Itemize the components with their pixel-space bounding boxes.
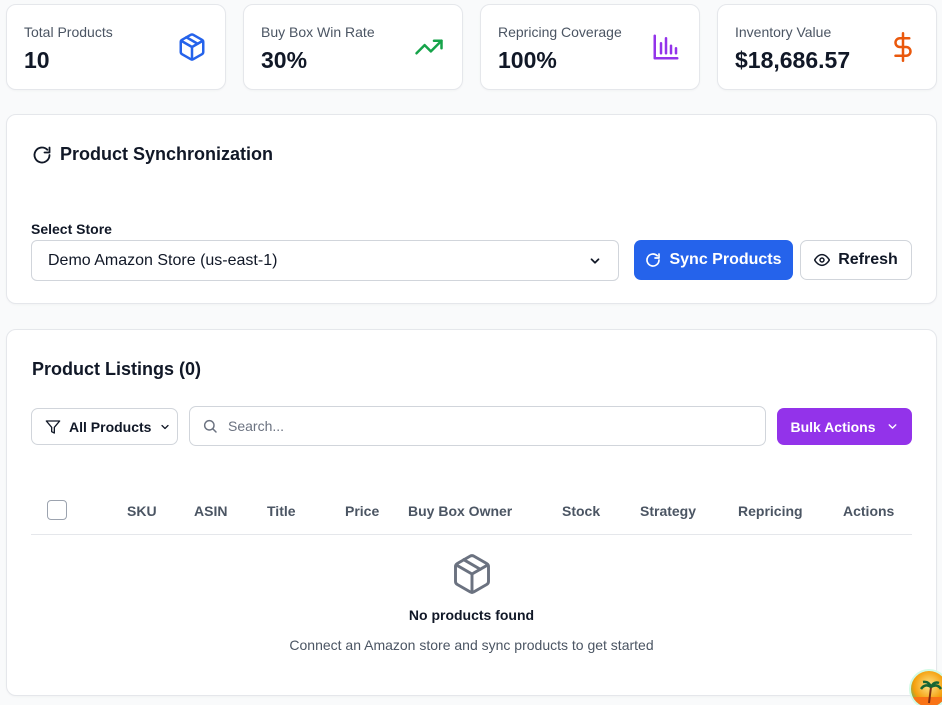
store-select[interactable]: Demo Amazon Store (us-east-1)	[31, 240, 619, 281]
filter-label: All Products	[69, 418, 152, 435]
sync-products-label: Sync Products	[669, 251, 782, 268]
cube-icon	[453, 554, 490, 594]
search-icon	[203, 419, 217, 433]
column-buy-box-owner[interactable]: Buy Box Owner	[408, 503, 512, 519]
table-header: SKU ASIN Title Price Buy Box Owner Stock…	[31, 490, 912, 535]
sync-title-text: Product Synchronization	[60, 144, 274, 164]
column-asin[interactable]: ASIN	[194, 503, 227, 519]
palm-tree-icon	[911, 680, 942, 705]
refresh-label: Refresh	[838, 251, 898, 268]
bulk-actions-label: Bulk Actions	[790, 418, 876, 435]
column-actions[interactable]: Actions	[843, 503, 894, 519]
select-all-checkbox[interactable]	[47, 500, 67, 520]
stat-card-inventory: Inventory Value $18,686.57	[717, 4, 937, 90]
stat-card-buy-box: Buy Box Win Rate 30%	[243, 4, 463, 90]
chevron-down-icon	[590, 257, 600, 264]
chevron-down-icon	[888, 424, 896, 429]
bar-chart-icon	[653, 34, 679, 60]
column-repricing[interactable]: Repricing	[738, 503, 803, 519]
chevron-down-icon	[161, 424, 170, 429]
empty-subtitle: Connect an Amazon store and sync product…	[289, 637, 654, 653]
refresh-button[interactable]: Refresh	[800, 240, 912, 280]
eye-icon	[814, 253, 831, 267]
bulk-actions-button[interactable]: Bulk Actions	[777, 408, 912, 445]
column-strategy[interactable]: Strategy	[640, 503, 696, 519]
empty-state: No products found Connect an Amazon stor…	[7, 552, 936, 653]
filter-dropdown[interactable]: All Products	[31, 408, 178, 445]
column-price[interactable]: Price	[345, 503, 379, 519]
avatar[interactable]	[909, 669, 942, 705]
stat-card-repricing: Repricing Coverage 100%	[480, 4, 700, 90]
search-input[interactable]	[228, 418, 728, 434]
stat-card-total-products: Total Products 10	[6, 4, 226, 90]
select-store-label: Select Store	[31, 221, 112, 237]
column-sku[interactable]: SKU	[127, 503, 157, 519]
listings-title: Product Listings (0)	[32, 359, 202, 379]
dollar-icon	[894, 32, 912, 62]
search-box	[189, 406, 766, 446]
refresh-icon	[33, 146, 51, 163]
sync-products-button[interactable]: Sync Products	[634, 240, 793, 280]
store-select-value: Demo Amazon Store (us-east-1)	[48, 251, 278, 269]
cube-icon	[179, 33, 205, 61]
stats-row: Total Products 10 Buy Box Win Rate 30% R…	[6, 4, 937, 90]
sync-title: Product Synchronization	[32, 144, 273, 165]
empty-title: No products found	[408, 607, 535, 623]
filter-icon	[45, 419, 61, 434]
product-listings-panel: Product Listings (0) All Products Bulk A…	[6, 329, 937, 696]
column-title[interactable]: Title	[267, 503, 296, 519]
product-sync-panel: Product Synchronization Select Store Dem…	[6, 114, 937, 304]
trending-up-icon	[415, 39, 443, 55]
refresh-icon	[646, 253, 661, 267]
column-stock[interactable]: Stock	[562, 503, 600, 519]
